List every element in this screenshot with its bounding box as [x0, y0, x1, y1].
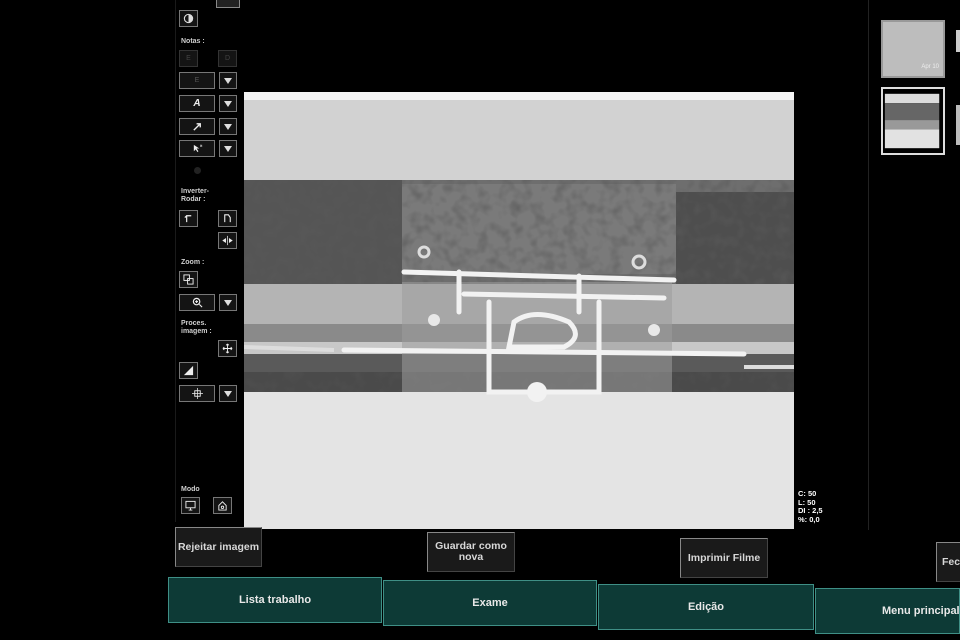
chevron-down-icon [224, 299, 232, 306]
tab-main-menu[interactable]: Menu principal [815, 588, 960, 634]
zoom-in-button[interactable] [179, 294, 215, 311]
rotate-left-icon [184, 215, 192, 223]
tab-edit[interactable]: Edição [598, 584, 814, 630]
thumbnail-next-edge-2[interactable] [956, 105, 960, 145]
note-left-button[interactable]: E [179, 50, 198, 67]
select-tool-dropdown[interactable] [219, 140, 237, 157]
contrast-icon [183, 13, 194, 24]
tab-worklist[interactable]: Lista trabalho [168, 577, 382, 623]
chevron-down-icon [224, 123, 232, 130]
select-tool-button[interactable] [179, 140, 215, 157]
thumbnail-next-edge[interactable] [956, 30, 960, 52]
window-level-button[interactable] [179, 362, 198, 379]
crosshair-icon [191, 388, 203, 399]
toolbar-top-button[interactable] [216, 0, 240, 8]
rotate-right-button[interactable] [218, 210, 237, 227]
contrast-icon-button[interactable] [179, 10, 198, 27]
thumbnail-panel: Apr 10 [868, 0, 960, 530]
cursor-select-icon [193, 144, 202, 153]
thumbnail-1[interactable]: Apr 10 [881, 20, 945, 78]
rotate-right-icon [224, 214, 231, 223]
font-tool-dropdown[interactable] [219, 95, 237, 112]
flip-horizontal-icon [222, 235, 233, 246]
chevron-down-icon [224, 100, 232, 107]
zoom-fit-button[interactable] [179, 271, 198, 288]
disabled-dot-icon [194, 167, 201, 174]
text-tool-button[interactable]: E [179, 72, 215, 89]
chevron-down-icon [224, 77, 232, 84]
invert-rotate-label: Inverter- Rodar : [181, 188, 210, 203]
text-tool-dropdown[interactable] [219, 72, 237, 89]
xray-image[interactable] [244, 92, 794, 529]
overlay-percent: %: 0,0 [798, 514, 820, 524]
window-level-icon [183, 365, 194, 376]
magnifier-plus-icon [192, 297, 202, 308]
thumbnail-2-image [884, 93, 940, 149]
image-process-button[interactable] [179, 385, 215, 402]
chevron-down-icon [224, 145, 232, 152]
move-arrows-icon [222, 343, 233, 354]
tab-exam[interactable]: Exame [383, 580, 597, 626]
process-image-label: Proces. imagem : [181, 320, 212, 335]
monitor-icon [185, 500, 196, 511]
zoom-fit-icon [183, 274, 194, 285]
mode-label: Modo [181, 486, 200, 493]
font-tool-button[interactable]: A [179, 95, 215, 112]
chevron-down-icon [224, 390, 232, 397]
notes-label: Notas : [181, 38, 205, 45]
thumbnail-2-selected[interactable] [881, 87, 945, 155]
reject-image-button[interactable]: Rejeitar imagem [175, 527, 262, 567]
rotate-left-button[interactable] [179, 210, 198, 227]
image-process-dropdown[interactable] [219, 385, 237, 402]
note-right-button[interactable]: D [218, 50, 237, 67]
print-film-button[interactable]: Imprimir Filme [680, 538, 768, 578]
arrow-icon [192, 123, 201, 131]
pan-button[interactable] [218, 340, 237, 357]
arrow-tool-button[interactable] [179, 118, 215, 135]
zoom-dropdown[interactable] [219, 294, 237, 311]
zoom-label: Zoom : [181, 259, 205, 266]
mode-monitor-button[interactable] [181, 497, 200, 514]
image-viewer[interactable] [242, 0, 798, 530]
home-icon [218, 501, 227, 511]
arrow-tool-dropdown[interactable] [219, 118, 237, 135]
thumbnail-1-label: Apr 10 [921, 64, 939, 70]
close-button[interactable]: Fec [936, 542, 960, 582]
save-as-new-button[interactable]: Guardar como nova [427, 532, 515, 572]
flip-horizontal-button[interactable] [218, 232, 237, 249]
mode-home-button[interactable] [213, 497, 232, 514]
left-toolbar: Notas : E D E A Inverter- Rodar : Zoom :… [175, 0, 243, 522]
image-info-overlay: C: 50 L: 50 DI : 2,5 %: 0,0 [798, 489, 823, 524]
